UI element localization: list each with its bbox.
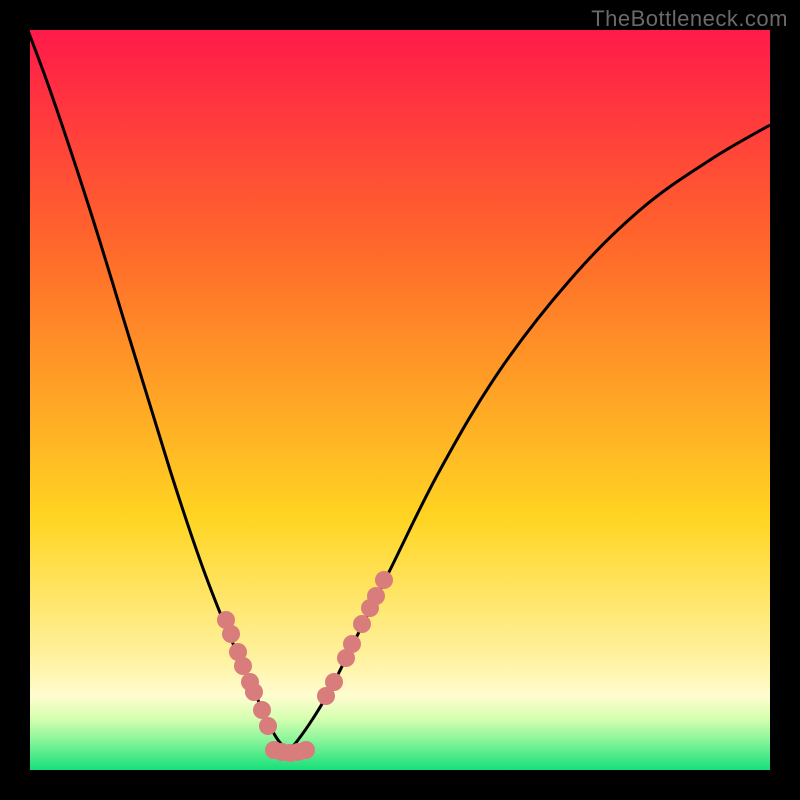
data-dot [375, 571, 393, 589]
data-dot [297, 741, 315, 759]
data-dot [259, 717, 277, 735]
data-dot [325, 673, 343, 691]
data-dot [234, 657, 252, 675]
data-dot [343, 635, 361, 653]
chart-svg [30, 30, 770, 770]
data-dot [353, 615, 371, 633]
outer-frame: TheBottleneck.com [0, 0, 800, 800]
watermark-text: TheBottleneck.com [591, 6, 788, 32]
data-dot [245, 683, 263, 701]
chart-plot-area [30, 30, 770, 770]
data-dot [253, 701, 271, 719]
gradient-background [30, 30, 770, 770]
data-dot [367, 587, 385, 605]
data-dot [222, 625, 240, 643]
